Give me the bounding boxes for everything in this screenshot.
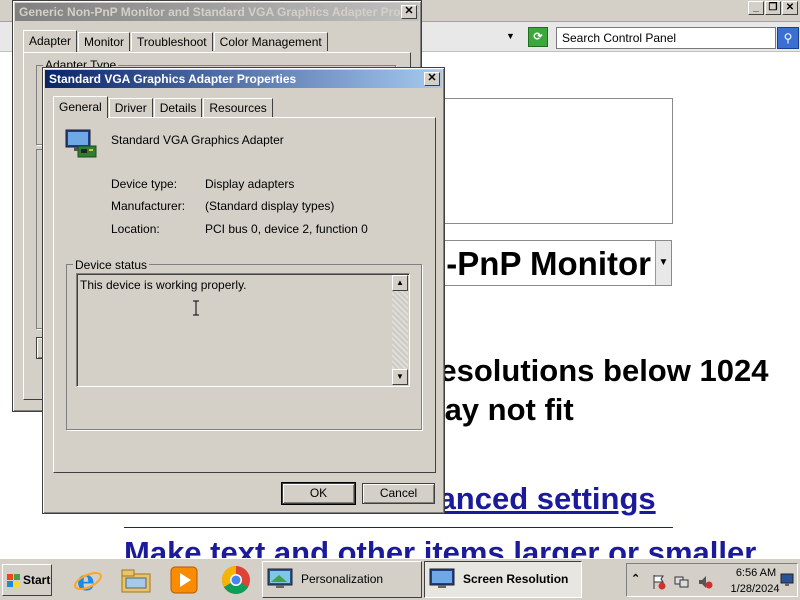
location-value: PCI bus 0, device 2, function 0 (205, 222, 368, 236)
file-explorer-icon[interactable] (120, 564, 152, 596)
status-scrollbar[interactable]: ▲ ▼ (392, 275, 408, 385)
ok-button[interactable]: OK (281, 482, 356, 505)
internet-explorer-icon[interactable]: e (72, 564, 104, 596)
clock-time[interactable]: 6:56 AM (730, 567, 782, 579)
divider (124, 527, 673, 528)
refresh-icon[interactable]: ⟳ (528, 27, 548, 47)
dialog-titlebar: Generic Non-PnP Monitor and Standard VGA… (15, 3, 419, 21)
scroll-up-icon[interactable]: ▲ (392, 275, 408, 291)
address-dropdown-icon[interactable]: ▼ (506, 31, 515, 41)
text-cursor-icon (193, 300, 199, 316)
start-button[interactable]: Start (2, 564, 52, 596)
device-type-label: Device type: (111, 177, 178, 191)
chevron-down-icon[interactable]: ▼ (655, 241, 671, 285)
device-status-textbox[interactable]: This device is working properly. ▲ ▼ (76, 273, 410, 387)
start-label: Start (23, 573, 51, 587)
task-label: Personalization (301, 572, 384, 586)
task-label: Screen Resolution (463, 572, 569, 586)
window-controls: _ ❐ ✕ (748, 1, 798, 15)
chrome-icon[interactable] (220, 564, 252, 596)
tab-strip: Adapter Monitor Troubleshoot Color Manag… (23, 30, 329, 52)
manufacturer-value: (Standard display types) (205, 199, 335, 213)
tab-resources[interactable]: Resources (203, 98, 273, 117)
chevron-up-icon[interactable]: ⌃ (631, 572, 647, 588)
device-name: Standard VGA Graphics Adapter (111, 133, 284, 147)
tab-general[interactable]: General (53, 96, 108, 118)
device-status-label: Device status (73, 258, 150, 272)
tab-monitor[interactable]: Monitor (78, 32, 131, 51)
tab-troubleshoot[interactable]: Troubleshoot (131, 32, 213, 51)
action-center-flag-icon[interactable] (651, 574, 667, 590)
tab-details[interactable]: Details (153, 98, 203, 117)
search-input[interactable]: Search Control Panel (556, 27, 776, 49)
scroll-down-icon[interactable]: ▼ (392, 369, 408, 385)
tab-adapter[interactable]: Adapter (23, 30, 78, 52)
display-adapter-icon (65, 129, 97, 158)
device-status-text: This device is working properly. (80, 278, 247, 292)
close-button[interactable]: ✕ (401, 5, 417, 19)
close-button[interactable]: ✕ (782, 1, 798, 15)
resolution-warning-line1: Resolutions below 1024 (417, 353, 769, 388)
manufacturer-label: Manufacturer: (111, 199, 186, 213)
search-icon[interactable]: ⚲ (777, 27, 799, 49)
windows-logo-icon (7, 573, 20, 587)
volume-muted-icon[interactable] (697, 574, 713, 590)
tab-strip: General Driver Details Resources (53, 96, 274, 118)
location-label: Location: (111, 222, 160, 236)
close-button[interactable]: ✕ (424, 72, 440, 86)
personalization-icon (267, 568, 293, 588)
device-type-value: Display adapters (205, 177, 295, 191)
clock-date[interactable]: 1/28/2024 (725, 583, 785, 595)
display-select[interactable]: Generic Non-PnP Monitor ▼ (440, 240, 672, 286)
dialog-title: Generic Non-PnP Monitor and Standard VGA… (19, 5, 419, 19)
dialog-title: Standard VGA Graphics Adapter Properties (49, 72, 297, 86)
cancel-button[interactable]: Cancel (362, 483, 435, 504)
monitor-preview-area[interactable] (440, 98, 673, 224)
minimize-button[interactable]: _ (748, 1, 764, 15)
show-desktop-icon[interactable] (779, 572, 795, 588)
task-personalization[interactable]: Personalization (262, 561, 422, 598)
dialog-titlebar: Standard VGA Graphics Adapter Properties… (45, 70, 442, 88)
system-tray: ⌃ 6:56 AM 1/28/2024 (626, 563, 798, 597)
taskbar: Start e Personalization Screen Resolutio… (0, 558, 800, 600)
media-player-icon[interactable] (168, 564, 200, 596)
display-select-value: Generic Non-PnP Monitor (441, 245, 651, 282)
restore-button[interactable]: ❐ (765, 1, 781, 15)
task-screen-resolution[interactable]: Screen Resolution (424, 561, 582, 598)
screen-resolution-icon (429, 568, 455, 588)
tab-driver[interactable]: Driver (108, 98, 153, 117)
network-icon[interactable] (674, 574, 690, 590)
tab-color-management[interactable]: Color Management (213, 32, 328, 51)
